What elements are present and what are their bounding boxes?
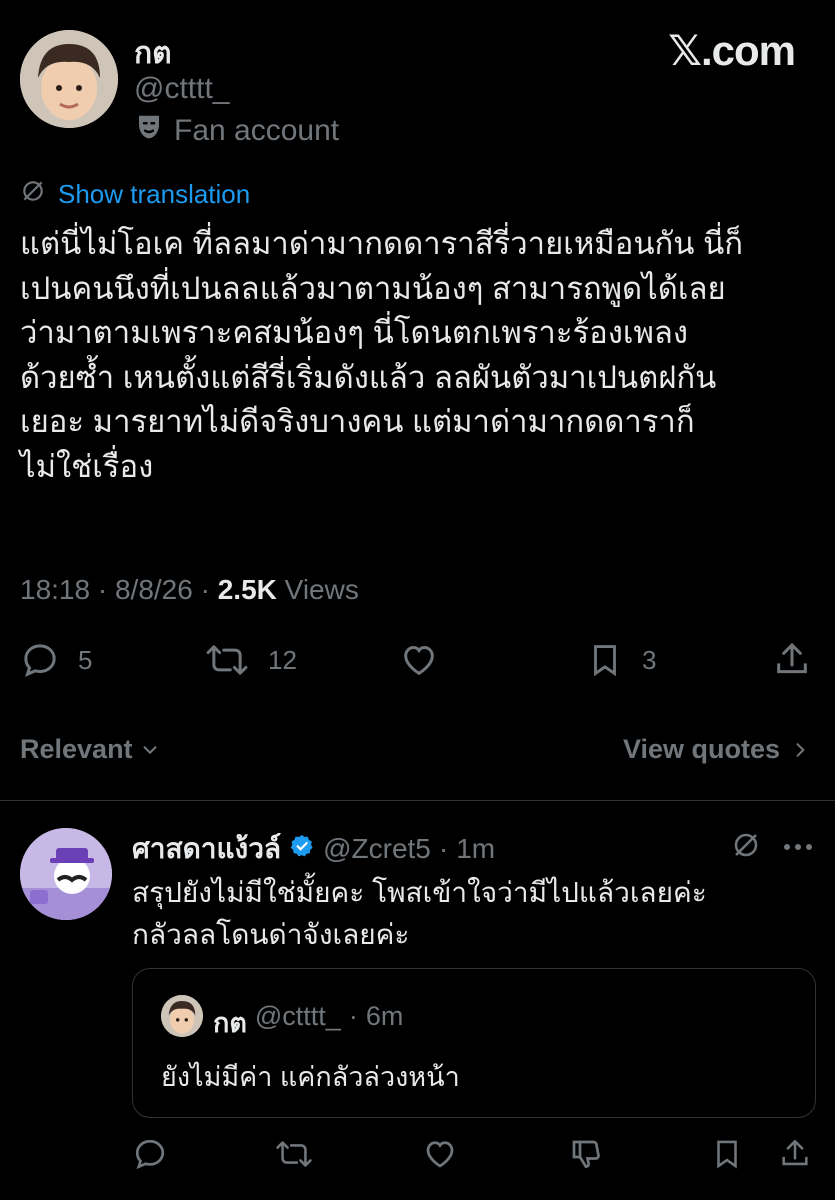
reply-reply-button[interactable] [132,1136,168,1177]
reply-actions [132,1136,814,1172]
post-actions: 5 12 3 [20,640,815,686]
reply-text: สรุปยังไม่มีใช่มั้ยคะ โพสเข้าใจว่ามีไปแล… [132,877,707,950]
verified-badge-icon [289,833,315,866]
reply-author-handle[interactable]: @Zcret5 [323,833,431,865]
view-quotes-label: View quotes [622,734,780,764]
author-handle[interactable]: @ctttt_ [134,72,229,106]
theater-mask-icon [134,112,164,150]
chevron-right-icon [796,742,805,757]
reply-button[interactable]: 5 [20,640,92,680]
sort-dropdown[interactable]: Relevant [20,734,161,765]
post-date: 8/8/26 [114,574,193,605]
repost-icon [276,1141,312,1167]
show-translation-text[interactable]: Show translation [58,179,250,210]
reply-bookmark-button[interactable] [710,1136,744,1177]
reply-header-icons [731,830,813,865]
bookmark-button[interactable]: 3 [586,640,656,680]
reply-age: 1m [456,833,496,864]
quoted-age: 6m [365,1001,404,1031]
chevron-down-icon [143,745,157,754]
share-icon [777,642,807,674]
post-page: กต @ctttt_ Fan account 𝕏.com Show transl… [0,0,835,1200]
fan-account-text: Fan account [174,114,340,147]
quoted-author-avatar [161,995,203,1037]
quoted-author-name: กต [213,1008,247,1038]
repost-count: 12 [268,644,297,675]
quoted-header: กต @ctttt_ · 6m [213,1001,403,1044]
thumbs-down-icon [572,1140,600,1169]
reply-repost-button[interactable] [274,1136,314,1177]
translate-icon [20,178,46,211]
heart-icon [426,1141,454,1168]
reply-icon [24,644,56,677]
share-button[interactable] [772,640,812,680]
view-quotes-link[interactable]: View quotes [623,734,810,765]
quoted-text: ยังไม่มีค่า แค่กลัวล่วงหน้า [161,1062,460,1092]
quoted-post[interactable]: กต @ctttt_ · 6m ยังไม่มีค่า แค่กลัวล่วงห… [132,968,816,1118]
repost-button[interactable]: 12 [204,640,297,680]
post-meta: 18:18 · 8/8/26 · 2.5K Views [20,574,359,605]
reply-share-button[interactable] [778,1136,812,1177]
translate-icon[interactable] [731,830,761,865]
more-options-icon[interactable] [783,839,813,857]
bookmark-icon [717,1140,737,1169]
sort-label: Relevant [20,734,133,764]
reply-author-name[interactable]: ศาสดาแง้วล์ [132,827,281,871]
reply-like-button[interactable] [422,1136,458,1177]
divider [0,800,835,801]
bookmark-count: 3 [642,644,657,675]
quoted-author-handle: @ctttt_ [254,1001,341,1031]
views-label: Views [284,574,359,605]
reply-count: 5 [78,644,93,675]
bookmark-icon [594,645,616,677]
post-time: 18:18 [20,574,91,605]
views-count: 2.5K [217,574,277,605]
author-name[interactable]: กต [134,30,172,77]
fan-account-label: Fan account [134,112,339,150]
post-text: แต่นี่ไม่โอเค ที่ลลมาด่ามากดดาราสีรี่วาย… [20,226,744,484]
site-logo: 𝕏.com [668,27,796,74]
show-translation-link[interactable]: Show translation [20,178,250,211]
reply-downvote-button[interactable] [568,1136,604,1177]
share-icon [782,1139,808,1166]
repost-icon [206,645,248,675]
reply-header: ศาสดาแง้วล์ @Zcret5 · 1m [132,827,495,871]
like-button[interactable] [398,640,440,680]
reply-author-avatar[interactable] [20,828,112,920]
author-avatar[interactable] [20,30,118,128]
heart-icon [404,645,434,676]
reply-icon [135,1139,165,1170]
